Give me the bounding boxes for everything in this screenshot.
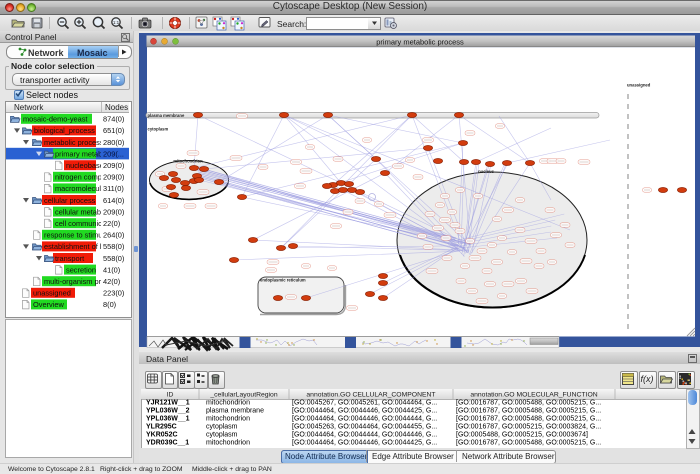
svg-text:macromolecule: macromolecule [55,184,105,193]
svg-text:209(0): 209(0) [103,207,124,216]
svg-text:874(0): 874(0) [103,115,124,124]
svg-text:209(0): 209(0) [103,173,124,182]
svg-text:Overview: Overview [33,300,64,309]
svg-text:311(0): 311(0) [103,184,124,193]
svg-text:annotation.GO MOLECULAR_FUNCTI: annotation.GO MOLECULAR_FUNCTION [470,392,597,399]
svg-text:YPL036W__1: YPL036W__1 [146,416,190,423]
svg-text:[GO:0044464, GO:0044446, GO:00: [GO:0044464, GO:0044446, GO:0044425, G..… [292,440,437,447]
svg-text:YJR121W__1: YJR121W__1 [146,400,190,407]
svg-text:[GO:0016787, GO:0005488, GO:00: [GO:0016787, GO:0005488, GO:0005215, G..… [456,400,601,407]
svg-text:mosaic-demo-yeast: mosaic-demo-yeast [23,115,87,124]
svg-text:558(0): 558(0) [103,254,124,263]
svg-text:mitochondrion: mitochondrion [206,416,250,423]
svg-text:651(0): 651(0) [103,126,124,135]
svg-text:mitochondrion: mitochondrion [173,159,203,164]
svg-text:cellular process: cellular process [44,196,96,205]
svg-text:cellular metabo: cellular metabo [55,207,105,216]
svg-text:264(0): 264(0) [103,231,124,240]
svg-text:209(0): 209(0) [103,161,124,170]
svg-text:cytoplasm: cytoplasm [206,424,238,431]
svg-text:[GO:0016787, GO:0005488, GO:00: [GO:0016787, GO:0005488, GO:0005215, G..… [456,440,601,447]
svg-text:223(0): 223(0) [103,289,124,298]
svg-text:8(0): 8(0) [103,300,116,309]
svg-text:[GO:0044464, GO:0044444, GO:00: [GO:0044464, GO:0044444, GO:0044446, G..… [292,432,437,439]
svg-text:annotation.GO CELLULAR_COMPONE: annotation.GO CELLULAR_COMPONENT [306,392,435,399]
svg-text:establishment of lo: establishment of lo [44,242,106,251]
svg-text:nucleus: nucleus [478,169,494,174]
svg-text:f(x): f(x) [641,374,654,384]
svg-text:cytoplasm: cytoplasm [206,432,238,439]
svg-text:unassigned: unassigned [627,83,651,88]
svg-text:[GO:0005488, GO:0005215, GO:00: [GO:0005488, GO:0005215, GO:0003674] [456,432,588,439]
svg-text:22(0): 22(0) [103,219,120,228]
svg-text:1:1: 1:1 [113,20,120,25]
svg-text:[GO:0016787, GO:0005488, GO:00: [GO:0016787, GO:0005488, GO:0005215, G..… [456,416,601,423]
svg-text:mitochondrion: mitochondrion [206,400,250,407]
svg-text:280(0): 280(0) [103,138,124,147]
svg-text:558(0): 558(0) [103,242,124,251]
svg-text:[GO:0044464, GO:0044446, GO:00: [GO:0044464, GO:0044446, GO:0044425, G..… [292,408,437,415]
svg-text:[GO:0016787, GO:0005215, GO:00: [GO:0016787, GO:0005215, GO:0003824, G..… [456,424,601,431]
svg-text:cytoplasm: cytoplasm [148,127,169,132]
svg-text:multi-organism pro: multi-organism pro [44,277,105,286]
svg-text:209(...: 209(... [103,149,124,158]
svg-text:YPL036W__2: YPL036W__2 [146,408,190,415]
svg-text:metabolic process: metabolic process [44,138,104,147]
svg-text:primary metabo: primary metabo [55,149,106,158]
svg-text:[GO:0045267, GO:0045261, GO:00: [GO:0045267, GO:0045261, GO:0044464, G..… [292,400,437,407]
svg-text:cell communicat: cell communicat [55,219,108,228]
svg-text:unassigned: unassigned [33,289,71,298]
svg-text:ID: ID [167,392,174,399]
svg-text:plasma membrane: plasma membrane [206,408,264,415]
svg-text:primary metabolic process: primary metabolic process [376,38,464,47]
svg-text:biological_process: biological_process [34,126,95,135]
svg-text:transport: transport [55,254,84,263]
svg-text:nucleobase-: nucleobase- [66,161,107,170]
svg-text:nitrogen compo: nitrogen compo [55,173,106,182]
svg-text:response to stimul: response to stimul [44,231,104,240]
svg-text:41(0): 41(0) [103,265,120,274]
svg-text:plasma membrane: plasma membrane [148,113,185,118]
svg-text:614(0): 614(0) [103,196,124,205]
svg-text:YLR295C: YLR295C [146,424,177,431]
svg-text:endoplasmic reticulum: endoplasmic reticulum [260,277,306,282]
svg-text:YDR039C__1: YDR039C__1 [146,440,189,447]
svg-text:mitochondrion: mitochondrion [206,440,250,447]
svg-text:secretion: secretion [66,265,96,274]
svg-text:_cellularLayoutRegion: _cellularLayoutRegion [209,392,277,399]
svg-text:[GO:0044464, GO:0044446, GO:00: [GO:0044464, GO:0044446, GO:0044444, G..… [292,416,437,423]
svg-text:[GO:0045263, GO:0044464, GO:00: [GO:0045263, GO:0044464, GO:0044455, G..… [292,424,437,431]
svg-text:[GO:0016787, GO:0005488, GO:00: [GO:0016787, GO:0005488, GO:0005215, G..… [456,408,601,415]
svg-text:42(0): 42(0) [103,277,120,286]
svg-text:YKR052C: YKR052C [146,432,178,439]
